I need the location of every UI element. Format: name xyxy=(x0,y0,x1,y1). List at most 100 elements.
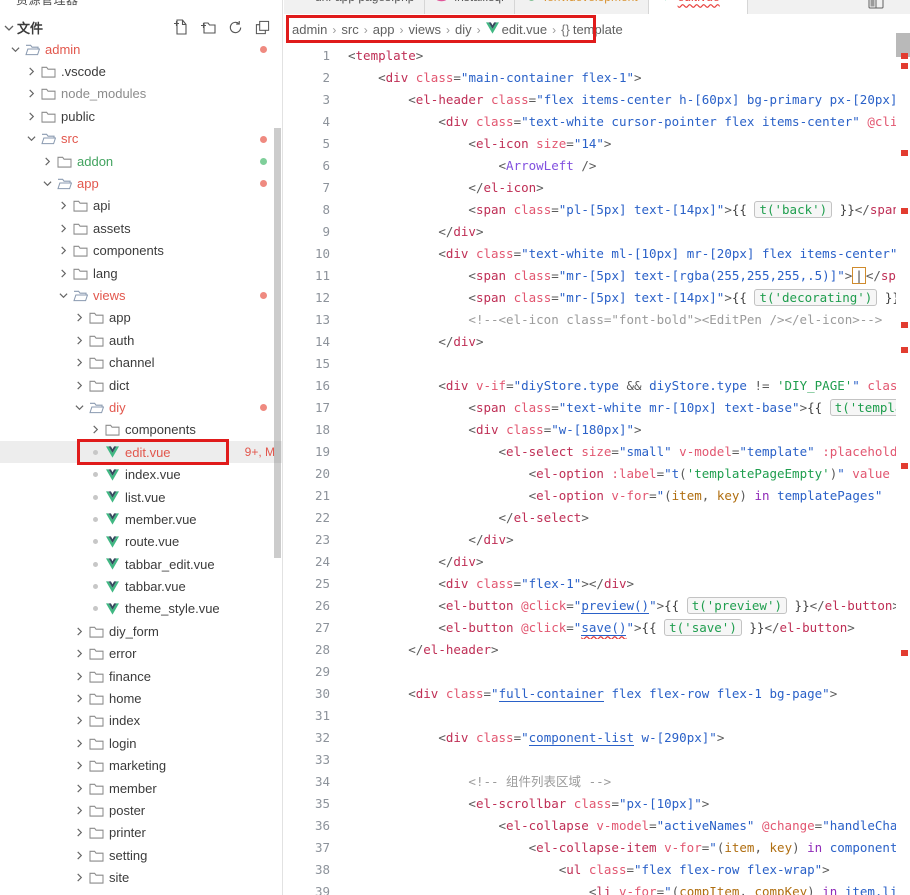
tree-item-tabbar.vue[interactable]: tabbar.vue xyxy=(0,575,283,597)
new-folder-icon[interactable] xyxy=(199,18,217,36)
tree-item-app[interactable]: app xyxy=(0,172,283,194)
tree-item-components[interactable]: components xyxy=(0,240,283,262)
code-editor[interactable]: 1<template>2 <div class="main-container … xyxy=(284,45,896,895)
code-line-6[interactable]: 6 <ArrowLeft /> xyxy=(284,155,896,177)
code-line-2[interactable]: 2 <div class="main-container flex-1"> xyxy=(284,67,896,89)
code-line-4[interactable]: 4 <div class="text-white cursor-pointer … xyxy=(284,111,896,133)
tree-item-printer[interactable]: printer xyxy=(0,822,283,844)
tree-item-api[interactable]: api xyxy=(0,195,283,217)
tree-item-home[interactable]: home xyxy=(0,687,283,709)
tree-item-index[interactable]: index xyxy=(0,710,283,732)
tree-item-marketing[interactable]: marketing xyxy=(0,755,283,777)
code-line-5[interactable]: 5 <el-icon size="14"> xyxy=(284,133,896,155)
code-line-9[interactable]: 9 </div> xyxy=(284,221,896,243)
tree-item-list.vue[interactable]: list.vue xyxy=(0,486,283,508)
tree-item-diy_form[interactable]: diy_form xyxy=(0,620,283,642)
tree-item-addon[interactable]: addon xyxy=(0,150,283,172)
code-line-17[interactable]: 17 <span class="text-white mr-[10px] tex… xyxy=(284,397,896,419)
tab-uni-app pages.php[interactable]: #uni-app pages.php xyxy=(286,0,425,14)
code-line-text: <div class="main-container flex-1"> xyxy=(348,67,896,89)
tree-item-views[interactable]: views xyxy=(0,284,283,306)
tree-item-login[interactable]: login xyxy=(0,732,283,754)
tree-item-diy[interactable]: diy xyxy=(0,396,283,418)
breadcrumb-item-admin[interactable]: admin xyxy=(292,22,327,37)
code-line-24[interactable]: 24 </div> xyxy=(284,551,896,573)
tree-item-error[interactable]: error xyxy=(0,643,283,665)
code-line-7[interactable]: 7 </el-icon> xyxy=(284,177,896,199)
breadcrumb-item-views[interactable]: views xyxy=(408,22,441,37)
tab-edit.vue[interactable]: edit.vue× xyxy=(649,0,749,14)
tree-item-lang[interactable]: lang xyxy=(0,262,283,284)
code-line-15[interactable]: 15 xyxy=(284,353,896,375)
breadcrumb-symbol[interactable]: {} template xyxy=(561,22,623,37)
code-line-30[interactable]: 30 <div class="full-container flex flex-… xyxy=(284,683,896,705)
code-line-33[interactable]: 33 xyxy=(284,749,896,771)
tree-item-finance[interactable]: finance xyxy=(0,665,283,687)
tab-install.sql[interactable]: install.sql xyxy=(425,0,514,14)
close-icon[interactable]: × xyxy=(730,0,738,4)
tree-item-app[interactable]: app xyxy=(0,307,283,329)
breadcrumb-item-app[interactable]: app xyxy=(373,22,395,37)
split-editor-icon[interactable] xyxy=(868,0,884,14)
code-line-38[interactable]: 38 <ul class="flex flex-row flex-wrap"> xyxy=(284,859,896,881)
tree-item-components[interactable]: components xyxy=(0,419,283,441)
tree-item-site[interactable]: site xyxy=(0,866,283,888)
code-line-39[interactable]: 39 <li v-for="(compItem, compKey) in ite… xyxy=(284,881,896,895)
tab-.env.development[interactable]: .env.development xyxy=(515,0,649,14)
tree-item-tabbar_edit.vue[interactable]: tabbar_edit.vue xyxy=(0,553,283,575)
tree-item-edit.vue[interactable]: edit.vue9+, M xyxy=(0,441,283,463)
code-line-13[interactable]: 13 <!--<el-icon class="font-bold"><EditP… xyxy=(284,309,896,331)
breadcrumb-item-diy[interactable]: diy xyxy=(455,22,472,37)
code-line-29[interactable]: 29 xyxy=(284,661,896,683)
files-pane-header[interactable]: 文件 xyxy=(0,15,283,39)
code-line-16[interactable]: 16 <div v-if="diyStore.type && diyStore.… xyxy=(284,375,896,397)
code-line-20[interactable]: 20 <el-option :label="t('templatePageEmp… xyxy=(284,463,896,485)
code-line-37[interactable]: 37 <el-collapse-item v-for="(item, key) … xyxy=(284,837,896,859)
code-line-14[interactable]: 14 </div> xyxy=(284,331,896,353)
code-line-10[interactable]: 10 <div class="text-white ml-[10px] mr-[… xyxy=(284,243,896,265)
breadcrumb-item-src[interactable]: src xyxy=(341,22,358,37)
breadcrumb-item-label: diy xyxy=(455,22,472,37)
tree-item-poster[interactable]: poster xyxy=(0,799,283,821)
tree-item-setting[interactable]: setting xyxy=(0,844,283,866)
tree-item-tools[interactable]: tools xyxy=(0,889,283,895)
tree-item-route.vue[interactable]: route.vue xyxy=(0,531,283,553)
tree-item-channel[interactable]: channel xyxy=(0,351,283,373)
tree-item-member[interactable]: member xyxy=(0,777,283,799)
code-line-26[interactable]: 26 <el-button @click="preview()">{{ t('p… xyxy=(284,595,896,617)
tree-item-index.vue[interactable]: index.vue xyxy=(0,463,283,485)
breadcrumb-item-edit.vue[interactable]: edit.vue xyxy=(486,22,548,37)
code-line-1[interactable]: 1<template> xyxy=(284,45,896,67)
tree-item-node_modules[interactable]: node_modules xyxy=(0,83,283,105)
code-line-34[interactable]: 34 <!-- 组件列表区域 --> xyxy=(284,771,896,793)
code-line-19[interactable]: 19 <el-select size="small" v-model="temp… xyxy=(284,441,896,463)
refresh-icon[interactable] xyxy=(226,18,244,36)
tree-item-theme_style.vue[interactable]: theme_style.vue xyxy=(0,598,283,620)
collapse-all-icon[interactable] xyxy=(253,18,271,36)
code-line-21[interactable]: 21 <el-option v-for="(item, key) in temp… xyxy=(284,485,896,507)
code-line-3[interactable]: 3 <el-header class="flex items-center h-… xyxy=(284,89,896,111)
tree-item-auth[interactable]: auth xyxy=(0,329,283,351)
tree-item-member.vue[interactable]: member.vue xyxy=(0,508,283,530)
code-line-12[interactable]: 12 <span class="mr-[5px] text-[14px]">{{… xyxy=(284,287,896,309)
code-line-35[interactable]: 35 <el-scrollbar class="px-[10px]"> xyxy=(284,793,896,815)
code-line-8[interactable]: 8 <span class="pl-[5px] text-[14px]">{{ … xyxy=(284,199,896,221)
code-line-36[interactable]: 36 <el-collapse v-model="activeNames" @c… xyxy=(284,815,896,837)
code-line-25[interactable]: 25 <div class="flex-1"></div> xyxy=(284,573,896,595)
new-file-icon[interactable] xyxy=(172,18,190,36)
code-line-32[interactable]: 32 <div class="component-list w-[290px]"… xyxy=(284,727,896,749)
tree-item-dict[interactable]: dict xyxy=(0,374,283,396)
tree-item-.vscode[interactable]: .vscode xyxy=(0,60,283,82)
code-line-18[interactable]: 18 <div class="w-[180px]"> xyxy=(284,419,896,441)
tree-item-assets[interactable]: assets xyxy=(0,217,283,239)
tree-item-public[interactable]: public xyxy=(0,105,283,127)
code-line-11[interactable]: 11 <span class="mr-[5px] text-[rgba(255,… xyxy=(284,265,896,287)
tree-item-src[interactable]: src xyxy=(0,128,283,150)
code-line-22[interactable]: 22 </el-select> xyxy=(284,507,896,529)
sidebar-scrollbar[interactable] xyxy=(274,128,281,558)
code-line-23[interactable]: 23 </div> xyxy=(284,529,896,551)
code-line-28[interactable]: 28 </el-header> xyxy=(284,639,896,661)
code-line-31[interactable]: 31 xyxy=(284,705,896,727)
tree-item-admin[interactable]: admin xyxy=(0,38,283,60)
code-line-27[interactable]: 27 <el-button @click="save()">{{ t('save… xyxy=(284,617,896,639)
